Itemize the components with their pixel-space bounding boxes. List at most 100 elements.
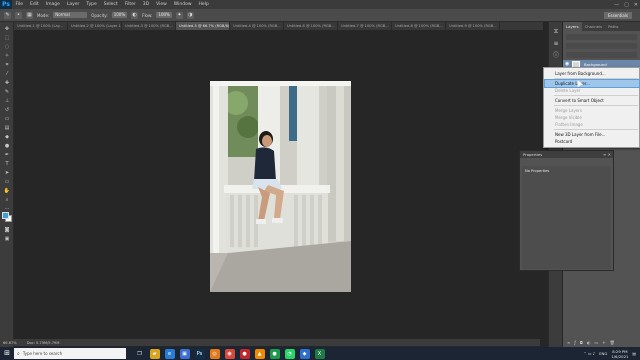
properties-icon[interactable]: ≡ [552, 40, 560, 48]
task-view-icon[interactable]: ❐ [134, 348, 145, 359]
language-indicator[interactable]: ENG [599, 351, 607, 356]
tab-document[interactable]: Untitled-8 @ 100% (RGB... [392, 22, 446, 30]
tab-document[interactable]: Untitled-3 @ 100% (RGB... [122, 22, 176, 30]
file-explorer-icon[interactable]: ▰ [149, 348, 160, 359]
tab-document-active[interactable]: Untitled-5 @ 66.7% (RGB/8) [176, 22, 230, 30]
windows-start-icon[interactable]: ⊞ [0, 347, 14, 360]
tab-document[interactable]: Untitled-7 @ 100% (RGB... [338, 22, 392, 30]
blend-mode-row[interactable] [566, 43, 637, 49]
hand-tool-icon[interactable]: ✋ [3, 188, 11, 194]
chrome-icon[interactable]: ◉ [224, 348, 235, 359]
minimize-icon[interactable]: — [614, 2, 619, 8]
search-app-icon[interactable]: ◎ [209, 348, 220, 359]
pressure-size-icon[interactable]: ◑ [186, 11, 194, 19]
menu-item-duplicate-layer[interactable]: Duplicate Layer... [544, 79, 640, 88]
vlc-icon[interactable]: ▲ [254, 348, 265, 359]
airbrush-icon[interactable]: ✦ [175, 11, 183, 19]
clock[interactable]: 8:29 PM 1/6/2021 [611, 349, 628, 359]
menu-filter[interactable]: Filter [121, 2, 139, 7]
menu-help[interactable]: Help [195, 2, 212, 7]
mask-icon[interactable]: ◘ [580, 340, 587, 345]
history-icon[interactable]: ⧖ [552, 28, 560, 36]
trash-icon[interactable]: 🗑 [610, 340, 619, 345]
excel-icon[interactable]: X [314, 348, 325, 359]
gradient-tool-icon[interactable]: ▤ [3, 125, 11, 131]
pen-tool-icon[interactable]: ✒ [3, 152, 11, 158]
menu-3d[interactable]: 3D [139, 2, 152, 7]
pressure-opacity-icon[interactable]: ◐ [131, 11, 139, 19]
new-layer-icon[interactable]: + [602, 340, 609, 345]
app-blue-icon[interactable]: ◆ [299, 348, 310, 359]
tab-document[interactable]: Untitled-4 @ 100% (RGB... [230, 22, 284, 30]
menu-item-layer-from-background[interactable]: Layer from Background... [545, 70, 639, 77]
tab-document[interactable]: Untitled-2 @ 100% (Layer 1, RGB/8) [68, 22, 122, 30]
tab-paths[interactable]: Paths [605, 22, 621, 31]
photoshop-icon[interactable]: Ps [194, 348, 205, 359]
history-brush-tool-icon[interactable]: ↺ [3, 107, 11, 113]
brush-tool-icon[interactable]: ✎ [4, 11, 11, 19]
tools-panel: ✥ ⬚ ◌ ✧ ⌗ ⁄ ✚ ✎ ⊥ ↺ ▭ ▤ ◆ ● ✒ T ➤ ▭ ✋ ⌕ … [0, 22, 14, 347]
brush-size-icon[interactable]: • [15, 11, 22, 19]
menu-type[interactable]: Type [83, 2, 100, 7]
menu-item-convert-smart-object[interactable]: Convert to Smart Object [545, 97, 639, 104]
tab-layers[interactable]: Layers [563, 22, 582, 31]
eraser-tool-icon[interactable]: ▭ [3, 116, 11, 122]
healing-tool-icon[interactable]: ✚ [3, 80, 11, 86]
maximize-icon[interactable]: ▢ [624, 2, 629, 8]
type-tool-icon[interactable]: T [3, 161, 11, 167]
canvas-image[interactable] [210, 81, 351, 292]
app-red-icon[interactable]: ● [239, 348, 250, 359]
notification-icon[interactable]: ▤ [632, 351, 636, 356]
shape-tool-icon[interactable]: ▭ [3, 179, 11, 185]
menu-layer[interactable]: Layer [63, 2, 83, 7]
dodge-tool-icon[interactable]: ● [3, 143, 11, 149]
crop-tool-icon[interactable]: ⌗ [3, 62, 11, 68]
menu-select[interactable]: Select [100, 2, 121, 7]
move-tool-icon[interactable]: ✥ [3, 26, 11, 32]
stamp-tool-icon[interactable]: ⊥ [3, 98, 11, 104]
menu-edit[interactable]: Edit [27, 2, 43, 7]
store-icon[interactable]: ▣ [179, 348, 190, 359]
brush-panel-icon[interactable]: ▦ [26, 11, 33, 19]
clock-date: 1/6/2021 [611, 353, 629, 359]
foreground-color-swatch[interactable] [2, 212, 9, 219]
info-icon[interactable]: ⓘ [552, 52, 560, 60]
close-icon[interactable]: ✕ [634, 2, 638, 8]
quick-select-tool-icon[interactable]: ✧ [3, 53, 11, 59]
menu-item-new-3d-layer[interactable]: New 3D Layer from File... [545, 131, 639, 138]
marquee-tool-icon[interactable]: ⬚ [3, 35, 11, 41]
path-select-tool-icon[interactable]: ➤ [3, 170, 11, 176]
flow-field[interactable]: 100% [156, 12, 172, 18]
workspace-select[interactable]: Essentials [603, 12, 632, 19]
eyedropper-tool-icon[interactable]: ⁄ [3, 71, 11, 77]
taskbar-search-box[interactable]: ⌕ Type here to search [14, 348, 126, 359]
app-green-icon[interactable]: ● [269, 348, 280, 359]
layer-filter-row[interactable] [566, 34, 637, 40]
menu-window[interactable]: Window [170, 2, 195, 7]
menu-view[interactable]: View [153, 2, 171, 7]
screen-mode-icon[interactable]: ▣ [3, 236, 11, 242]
lock-row[interactable] [566, 52, 637, 58]
zoom-level[interactable]: 66.67% [3, 341, 17, 345]
menu-file[interactable]: File [12, 2, 27, 7]
brush-tool-icon[interactable]: ✎ [3, 89, 11, 95]
opacity-field[interactable]: 100% [111, 12, 128, 18]
tab-document[interactable]: Untitled-9 @ 100% (RGB... [446, 22, 500, 30]
menu-item-delete-layer: Delete Layer [555, 88, 581, 93]
whatsapp-icon[interactable]: ◔ [284, 348, 295, 359]
more-tools-icon[interactable]: … [3, 205, 11, 211]
tab-channels[interactable]: Channels [582, 22, 606, 31]
menu-item-postcard[interactable]: Postcard [545, 138, 639, 145]
tray-icons[interactable]: ⌃ ▭ ♪ [584, 351, 596, 356]
tab-document[interactable]: Untitled-6 @ 100% (RGB... [284, 22, 338, 30]
blur-tool-icon[interactable]: ◆ [3, 134, 11, 140]
lasso-tool-icon[interactable]: ◌ [3, 44, 11, 50]
menu-image[interactable]: Image [42, 2, 63, 7]
menu-item-merge-layers: Merge Layers [555, 108, 582, 113]
quick-mask-icon[interactable]: ◙ [3, 227, 11, 233]
tab-document[interactable]: Untitled-1 @ 100% (Lay... [14, 22, 68, 30]
panel-menu-icon[interactable]: ≡ ✕ [603, 152, 611, 157]
mode-select[interactable]: Normal [53, 12, 88, 18]
zoom-tool-icon[interactable]: ⌕ [3, 197, 11, 203]
edge-icon[interactable]: e [164, 348, 175, 359]
